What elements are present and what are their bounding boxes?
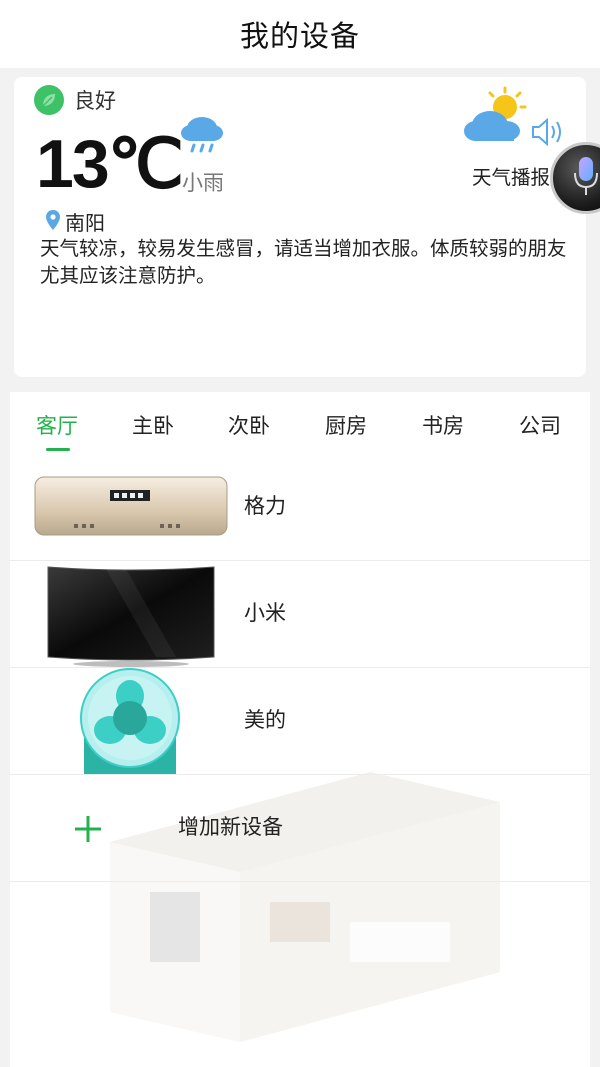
top-bar: 我的设备: [0, 0, 600, 68]
tab-master-bedroom[interactable]: 主卧: [132, 410, 174, 440]
air-quality: 良好: [34, 85, 116, 115]
device-name: 美的: [244, 708, 286, 732]
sun-cloud-icon: [460, 85, 530, 149]
device-row-xiaomi[interactable]: 小米: [10, 561, 590, 668]
location: 南阳: [46, 207, 105, 236]
air-quality-label: 良好: [74, 89, 116, 113]
active-tab-indicator: [46, 448, 70, 451]
fan-icon: [80, 668, 180, 778]
tab-second-bedroom[interactable]: 次卧: [228, 410, 270, 440]
tv-icon: [46, 565, 216, 673]
room-tabs: 客厅 主卧 次卧 厨房 书房 公司: [10, 392, 590, 462]
tab-office[interactable]: 公司: [519, 410, 561, 440]
rain-cloud-icon: [180, 113, 224, 159]
weather-advice: 天气较凉，较易发生感冒，请适当增加衣服。体质较弱的朋友尤其应该注意防护。: [40, 237, 567, 287]
leaf-icon: [34, 85, 64, 115]
add-device-button[interactable]: 增加新设备: [10, 775, 590, 882]
weather-card: 良好 13℃ 小雨 南阳 天气较凉，较易发生感冒，请适当增加衣服。体质较弱的朋友…: [14, 77, 586, 377]
add-device-label: 增加新设备: [178, 815, 283, 839]
weather-broadcast-button[interactable]: 天气播报: [472, 161, 550, 190]
device-name: 小米: [244, 601, 286, 625]
speaker-icon[interactable]: [530, 115, 568, 153]
tab-study[interactable]: 书房: [422, 410, 464, 440]
weather-condition: 小雨: [182, 171, 224, 195]
temperature: 13℃: [36, 126, 184, 202]
air-conditioner-icon: [34, 476, 228, 542]
tab-living-room[interactable]: 客厅: [36, 410, 78, 440]
plus-icon: [72, 813, 104, 849]
location-city: 南阳: [65, 211, 105, 235]
location-pin-icon: [46, 209, 60, 234]
tab-kitchen[interactable]: 厨房: [325, 410, 367, 440]
device-name: 格力: [244, 494, 286, 518]
page-title: 我的设备: [239, 19, 360, 53]
device-row-gree[interactable]: 格力: [10, 454, 590, 561]
microphone-icon: [570, 155, 600, 205]
rooms-panel: 客厅 主卧 次卧 厨房 书房 公司 格力 小米 美的 增加新设备: [10, 392, 590, 1067]
device-row-midea[interactable]: 美的: [10, 668, 590, 775]
